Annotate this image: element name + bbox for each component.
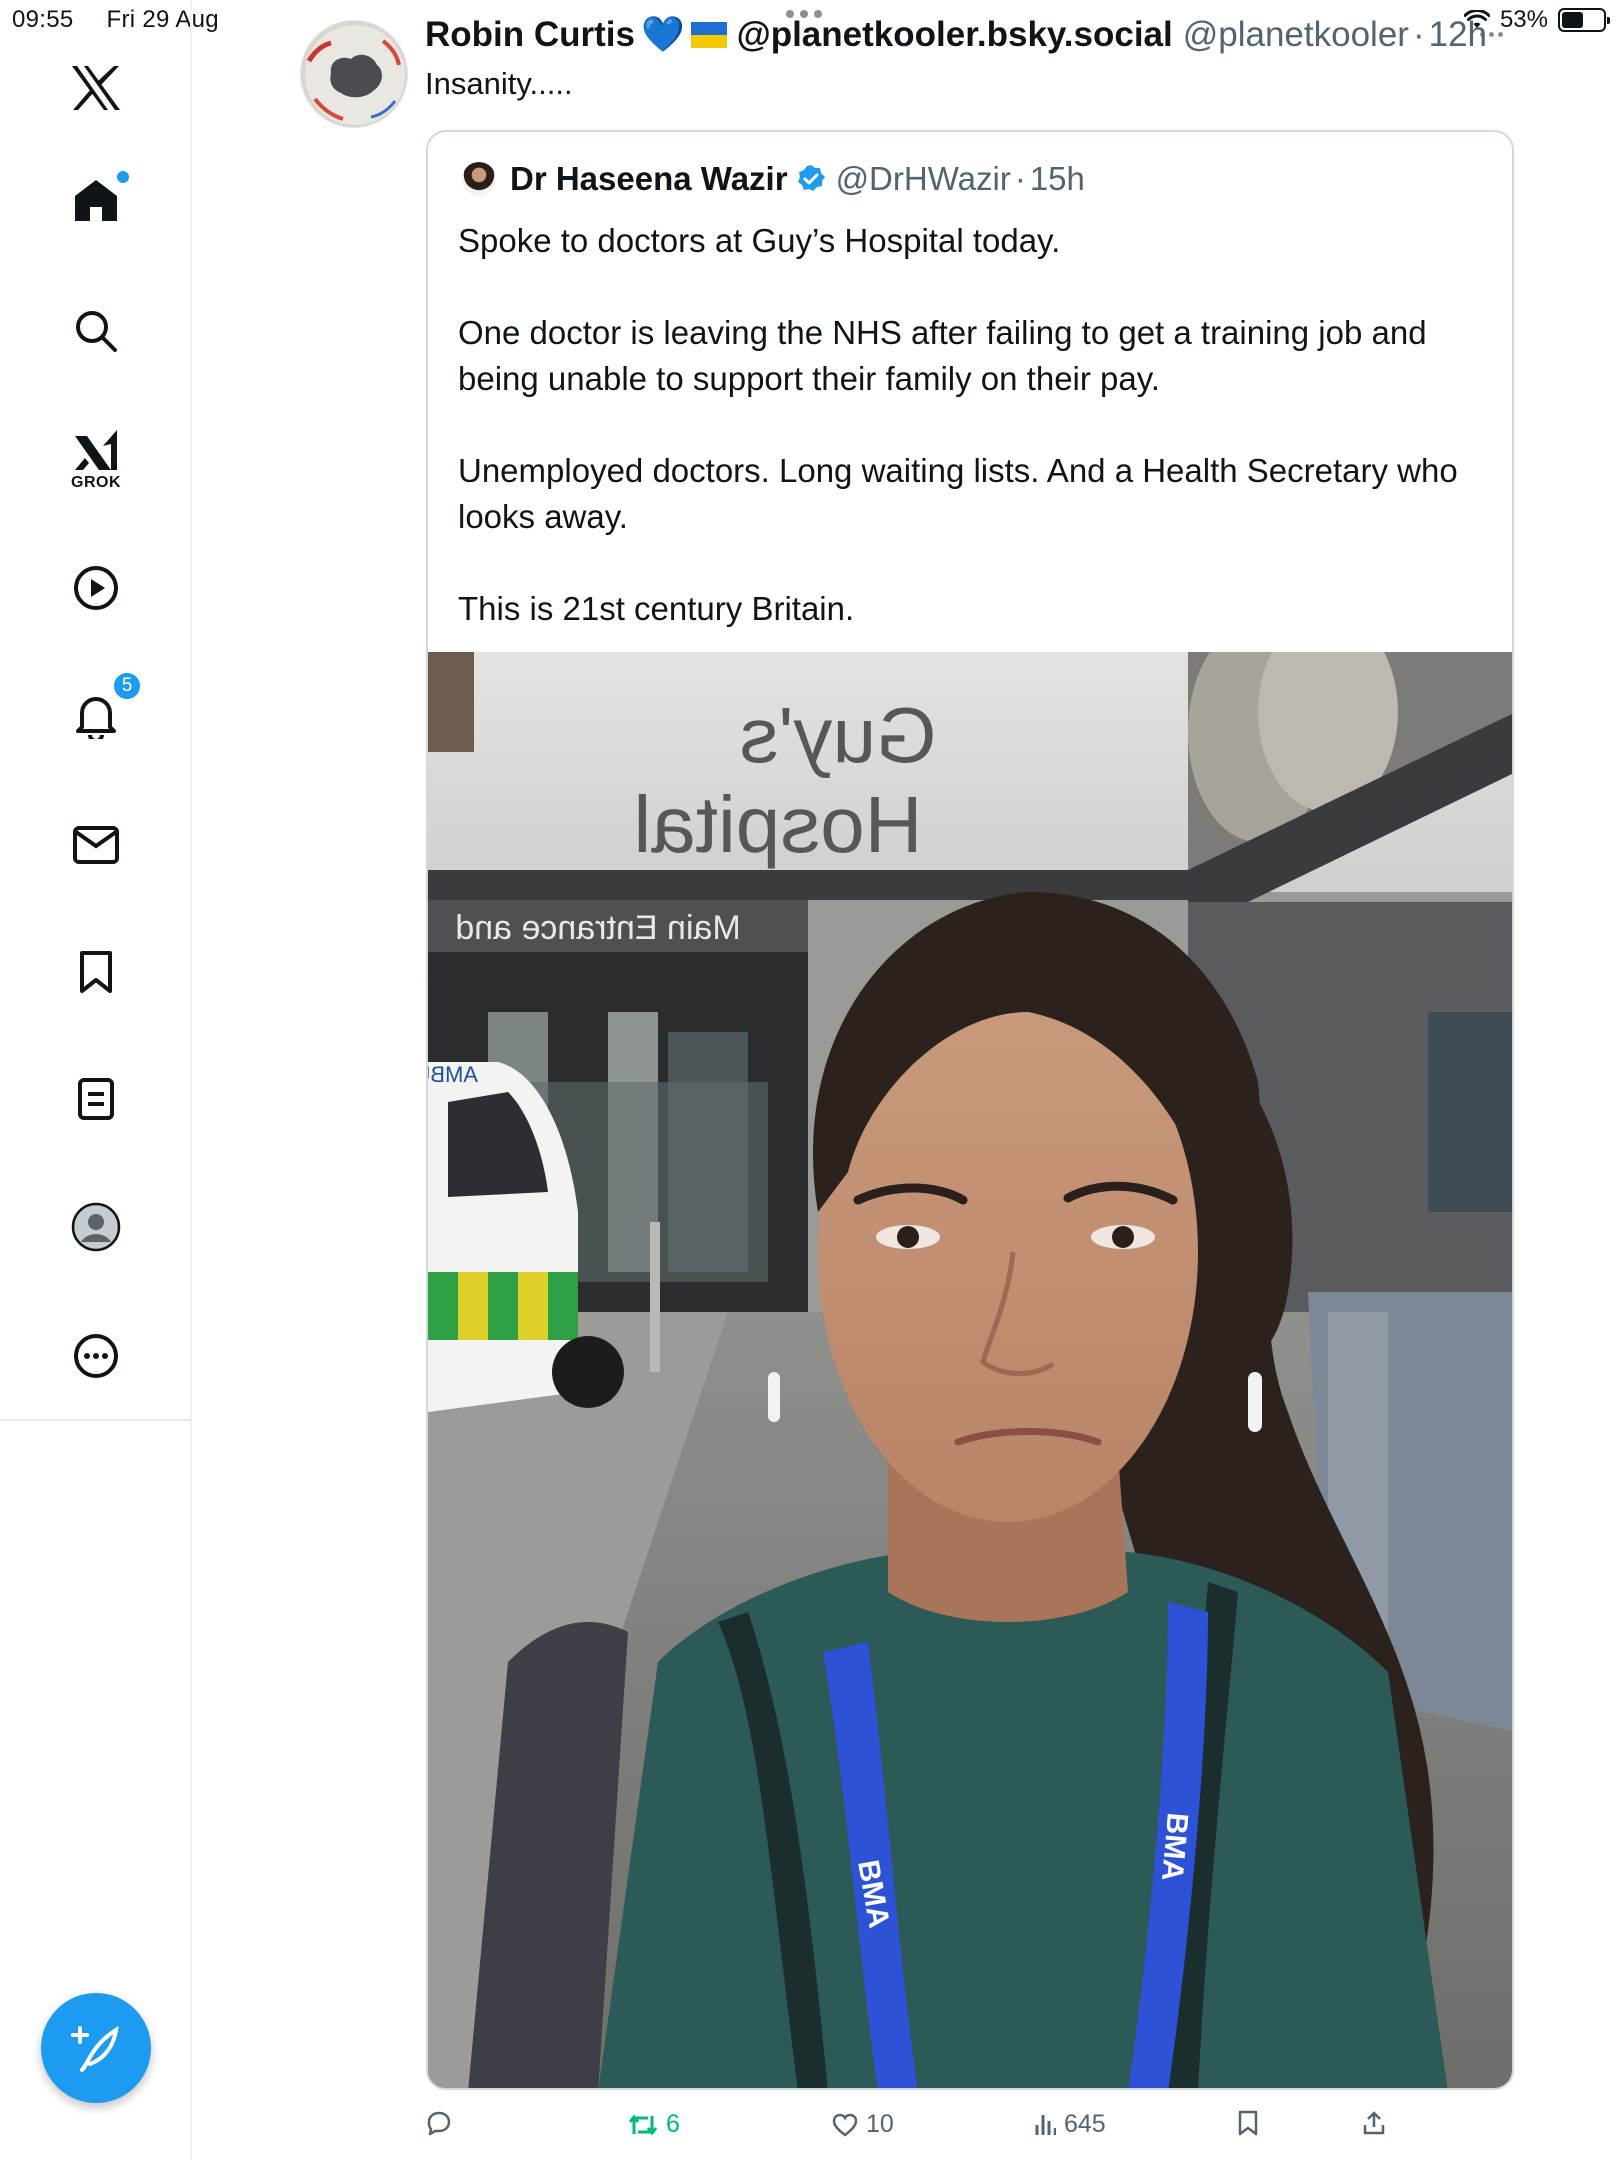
quoted-author-name[interactable]: Dr Haseena Wazir (510, 160, 788, 198)
retweet-icon (628, 2114, 658, 2135)
quoted-paragraph: This is 21st century Britain. (458, 590, 855, 627)
quoted-author-avatar[interactable] (462, 162, 496, 196)
grok-label: GROK (71, 474, 121, 491)
quoted-paragraph: Unemployed doctors. Long waiting lists. … (458, 452, 1458, 535)
bell-icon (76, 697, 116, 739)
quoted-tweet-time[interactable]: 15h (1030, 160, 1085, 198)
quoted-author-handle[interactable]: @DrHWazir (836, 160, 1011, 198)
sidebar-item-search[interactable] (74, 309, 118, 353)
selfie-hospital-photo: Guy's Hospital Main Entrance and AMB BMA… (428, 652, 1512, 2088)
views-button[interactable]: 645 (1034, 2110, 1106, 2139)
like-button[interactable]: 10 (832, 2110, 894, 2139)
battery-level (1562, 12, 1583, 28)
author-handle[interactable]: @planetkooler (1183, 15, 1409, 55)
tweet-action-bar: 6 10 645 (0, 2110, 1620, 2150)
author-bluesky-name[interactable]: @planetkooler.bsky.social (737, 15, 1173, 55)
like-count: 10 (866, 2110, 894, 2138)
bookmark-icon (1238, 2110, 1258, 2136)
sidebar-item-home[interactable] (73, 171, 129, 223)
sidebar-item-bookmarks[interactable] (78, 950, 114, 994)
sidebar-item-grok[interactable]: GROK (71, 428, 121, 492)
more-circle-icon (74, 1334, 118, 1378)
tweet-author-line: Robin Curtis 💙 @planetkooler.bsky.social… (425, 14, 1487, 55)
tweet-text: Insanity..... (425, 66, 573, 101)
photo-sign-line1: Guy's (740, 691, 937, 779)
quoted-tweet-body: Spoke to doctors at Guy’s Hospital today… (458, 218, 1478, 632)
reply-icon (427, 2111, 451, 2136)
x-logo-icon[interactable] (70, 64, 122, 112)
retweet-count: 6 (666, 2110, 680, 2138)
antarctica-avatar-image (305, 25, 405, 125)
bookmark-icon (80, 951, 112, 993)
ukraine-flag-icon (690, 21, 727, 48)
sidebar-item-notifications[interactable]: 5 (74, 671, 142, 739)
list-document-icon (78, 1078, 114, 1120)
share-button[interactable] (1362, 2110, 1394, 2136)
sidebar-item-video[interactable] (73, 565, 119, 611)
heart-icon (832, 2113, 858, 2137)
battery-percent: 53% (1499, 6, 1548, 33)
sidebar-item-lists[interactable] (77, 1077, 115, 1121)
reply-button[interactable] (426, 2110, 460, 2136)
play-circle-icon (74, 566, 118, 610)
photo-lanyard-text-right: BMA (1155, 1811, 1194, 1882)
quoted-tweet-header: Dr Haseena Wazir @DrHWazir · 15h (462, 160, 1085, 198)
blue-heart-emoji: 💙 (640, 15, 685, 54)
views-count: 645 (1064, 2110, 1106, 2138)
search-icon (76, 311, 117, 352)
sidebar-divider (0, 1419, 192, 1421)
envelope-icon (73, 826, 119, 864)
bookmark-button[interactable] (1237, 2110, 1267, 2136)
sidebar-item-messages[interactable] (73, 826, 119, 864)
user-avatar-icon (71, 1202, 121, 1252)
battery-icon (1558, 8, 1610, 32)
quoted-separator-dot: · (1014, 160, 1026, 197)
share-upload-icon (1363, 2111, 1385, 2135)
home-icon (75, 180, 117, 221)
home-unread-dot (117, 171, 129, 183)
views-bar-chart-icon (1035, 2114, 1056, 2135)
author-avatar[interactable] (300, 20, 408, 128)
separator-dot: · (1412, 14, 1425, 54)
quoted-paragraph: Spoke to doctors at Guy’s Hospital today… (458, 222, 1061, 259)
retweet-button[interactable]: 6 (628, 2110, 680, 2139)
notifications-badge: 5 (112, 671, 142, 701)
feather-plus-icon (71, 2026, 119, 2072)
sidebar: GROK 5 (0, 0, 192, 2160)
quoted-tweet[interactable]: Dr Haseena Wazir @DrHWazir · 15h Spoke t… (426, 130, 1514, 2090)
sidebar-item-profile[interactable] (71, 1202, 121, 1252)
author-name[interactable]: Robin Curtis (425, 15, 635, 55)
grok-icon (75, 430, 117, 470)
photo-ambulance-text: AMBULANCE (428, 1062, 478, 1087)
photo-entrance-sign: Main Entrance and (455, 909, 740, 947)
quoted-tweet-photo[interactable]: Guy's Hospital Main Entrance and AMB BMA… (428, 652, 1512, 2088)
sidebar-item-more[interactable] (73, 1333, 119, 1379)
quoted-paragraph: One doctor is leaving the NHS after fail… (458, 314, 1427, 397)
compose-button[interactable] (41, 1993, 151, 2103)
tweet-time[interactable]: 12h (1429, 15, 1487, 55)
verified-badge-icon (797, 165, 825, 191)
